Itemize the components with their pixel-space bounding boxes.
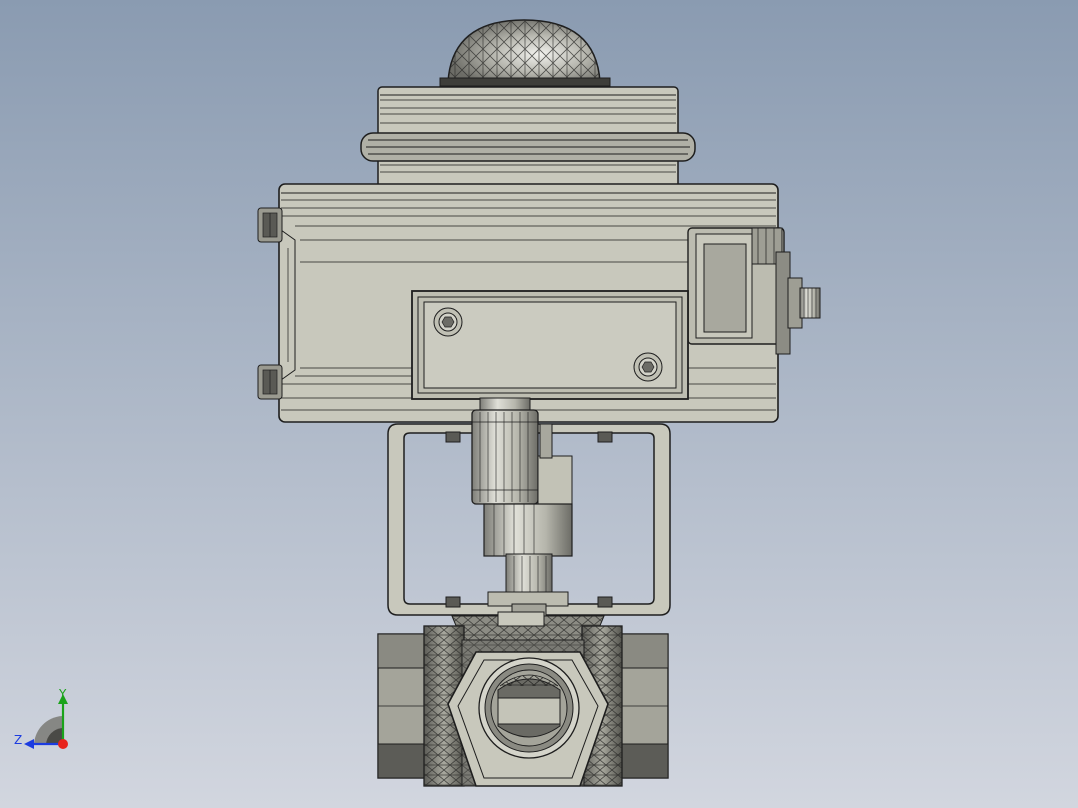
valve-body-top-neck xyxy=(451,611,605,641)
x-axis-dot xyxy=(58,739,68,749)
valve-front-port-hex[interactable] xyxy=(447,651,609,787)
nameplate-panel[interactable] xyxy=(411,290,689,400)
valve-assembly-drawing[interactable]: Y Z xyxy=(0,0,1078,808)
z-axis-label: Z xyxy=(14,733,22,747)
drive-coupling[interactable] xyxy=(471,397,539,505)
manual-override-module[interactable] xyxy=(687,227,785,345)
model-viewport[interactable]: Y Z xyxy=(0,0,1078,808)
valve-right-port[interactable] xyxy=(617,633,669,779)
cover-gasket-ring xyxy=(360,132,696,162)
end-cap-bolt-top-left xyxy=(257,207,283,243)
y-axis-label: Y xyxy=(58,687,67,701)
nameplate-screw-icon xyxy=(633,352,663,382)
end-cap-bolt-bottom-left xyxy=(257,364,283,400)
valve-left-port[interactable] xyxy=(377,633,429,779)
nameplate-screw-icon xyxy=(433,307,463,337)
